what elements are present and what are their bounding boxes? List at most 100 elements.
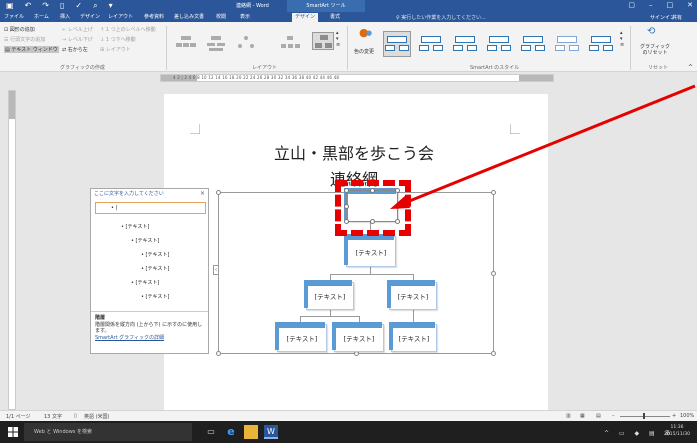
list-item[interactable]: • [テキスト]	[121, 223, 149, 230]
layout-gallery-scroll[interactable]: ▴ ▾ ≡	[336, 30, 340, 48]
collapse-ribbon-icon[interactable]: ^	[688, 64, 693, 71]
tab-insert[interactable]: 挿入	[60, 13, 70, 21]
redo-icon[interactable]: ↷	[42, 1, 49, 11]
list-item[interactable]: • |	[111, 205, 117, 211]
text-pane-button[interactable]: ▤ テキスト ウィンドウ	[4, 46, 59, 53]
edge-icon[interactable]: e	[224, 425, 238, 439]
taskbar-search-box[interactable]: Web と Windows を検索	[24, 423, 192, 441]
move-up-icon: ↑	[100, 27, 105, 33]
windows-start-icon[interactable]	[8, 427, 18, 437]
layout-thumbnail[interactable]	[174, 34, 196, 52]
connector-line	[370, 267, 371, 274]
zoom-in-icon[interactable]: +	[672, 413, 676, 419]
smartart-style-thumbnail[interactable]	[588, 32, 614, 56]
layout-dropdown[interactable]: ⊞ レイアウト	[100, 46, 131, 53]
spelling-icon[interactable]: ✓	[75, 1, 82, 11]
list-item[interactable]: • [テキスト]	[131, 279, 159, 286]
close-icon[interactable]: ×	[200, 190, 205, 197]
tell-me-search[interactable]: ♀ 実行したい作業を入力してください...	[396, 14, 486, 21]
demote-button[interactable]: → レベル下げ	[62, 36, 93, 43]
tab-layout[interactable]: レイアウト	[108, 13, 133, 21]
smartart-style-thumbnail[interactable]	[452, 32, 478, 56]
ribbon: ⊡ 図形の追加 ☰ 行頭文字の追加 ▤ テキスト ウィンドウ ← レベル上げ →…	[0, 22, 697, 72]
right-to-left-button[interactable]: ⇄ 右から左	[62, 46, 88, 53]
save-icon[interactable]: ▣	[6, 1, 14, 11]
smartart-node[interactable]: [テキスト]	[344, 234, 396, 267]
promote-button[interactable]: ← レベル上げ	[62, 26, 93, 33]
customize-qat-icon[interactable]: ▾	[109, 1, 113, 11]
layout-thumbnail-hierarchy[interactable]	[312, 32, 334, 50]
move-up-button[interactable]: ↑ 1 つ上のレベルへ移動	[100, 26, 156, 33]
list-item[interactable]: • [テキスト]	[141, 251, 169, 258]
smartart-style-thumbnail[interactable]	[554, 32, 580, 56]
divider	[166, 26, 167, 70]
title-bar: ▣ ↶ ↷ ▯ ✓ ⌕ ▾ 連絡網 - Word SmartArt ツール ▢ …	[0, 0, 697, 12]
tab-home[interactable]: ホーム	[34, 13, 49, 21]
create-graphic-group-label: グラフィックの作成	[60, 65, 105, 71]
smartart-node[interactable]: [テキスト]	[275, 322, 327, 352]
list-item[interactable]: • [テキスト]	[141, 265, 169, 272]
zoom-slider[interactable]	[620, 416, 670, 417]
print-preview-icon[interactable]: ⌕	[93, 1, 97, 11]
zoom-slider-thumb[interactable]	[643, 413, 645, 419]
layout-thumbnail[interactable]	[204, 34, 226, 52]
tab-design[interactable]: デザイン	[80, 13, 100, 21]
divider	[347, 26, 348, 70]
reset-graphic-button[interactable]: ⟲ グラフィックのリセット	[638, 26, 672, 62]
tab-smartart-format[interactable]: 書式	[330, 13, 340, 21]
tab-review[interactable]: 校閲	[216, 13, 226, 21]
word-taskbar-icon[interactable]: W	[264, 425, 278, 439]
smartart-node[interactable]: [テキスト]	[332, 322, 384, 352]
task-view-icon[interactable]: ▭	[204, 425, 218, 439]
ribbon-display-icon[interactable]: ▢	[628, 1, 635, 9]
share-button[interactable]: 共有	[672, 14, 682, 21]
layout-thumbnail[interactable]	[278, 34, 300, 52]
minimize-icon[interactable]: –	[649, 1, 653, 9]
tab-smartart-design[interactable]: デザイン	[292, 13, 319, 22]
word-count[interactable]: 13 文字	[44, 413, 62, 420]
language-indicator[interactable]: 英語 (米国)	[84, 413, 110, 420]
smartart-help-link[interactable]: SmartArt グラフィックの詳細	[95, 335, 204, 342]
zoom-level[interactable]: 100%	[680, 413, 694, 419]
page-count[interactable]: 1/1 ページ	[6, 413, 31, 420]
styles-gallery-scroll[interactable]: ▴ ▾ ≡	[620, 30, 624, 48]
tab-file[interactable]: ファイル	[4, 13, 24, 21]
close-icon[interactable]: ✕	[687, 1, 693, 9]
divider	[630, 26, 631, 70]
right-to-left-icon: ⇄	[62, 47, 67, 53]
web-layout-icon[interactable]: ▤	[596, 413, 601, 419]
demote-icon: →	[62, 37, 67, 43]
add-shape-button[interactable]: ⊡ 図形の追加	[4, 26, 35, 33]
smartart-node[interactable]: [テキスト]	[387, 280, 437, 310]
file-explorer-icon[interactable]	[244, 425, 258, 439]
smartart-style-thumbnail[interactable]	[383, 31, 411, 57]
smartart-node[interactable]: [テキスト]	[304, 280, 354, 310]
smartart-style-thumbnail[interactable]	[418, 32, 444, 56]
taskbar-clock[interactable]: 11:36 2015/11/30	[664, 424, 690, 438]
new-document-icon[interactable]: ▯	[60, 1, 64, 11]
smartart-style-thumbnail[interactable]	[520, 32, 546, 56]
layout-thumbnail[interactable]	[234, 34, 256, 52]
proofing-icon[interactable]: ▯	[74, 413, 77, 419]
print-layout-icon[interactable]: ▦	[580, 413, 585, 419]
read-mode-icon[interactable]: ▥	[566, 413, 571, 419]
move-down-icon: ↓	[100, 37, 105, 43]
smartart-node[interactable]: [テキスト]	[389, 322, 437, 352]
list-item[interactable]: • [テキスト]	[141, 293, 169, 300]
undo-icon[interactable]: ↶	[25, 1, 32, 11]
move-down-button[interactable]: ↓ 1 つ下へ移動	[100, 36, 136, 43]
tab-mailings[interactable]: 差し込み文書	[174, 13, 204, 21]
layout-info-body: 階層関係を縦方向 (上から下) に示すのに使用します。	[95, 321, 203, 335]
maximize-icon[interactable]: □	[667, 1, 674, 9]
text-pane-list: • | • [テキスト] • [テキスト] • [テキスト] • [テキスト] …	[95, 201, 206, 309]
list-item[interactable]: • [テキスト]	[131, 237, 159, 244]
zoom-out-icon[interactable]: –	[612, 413, 615, 419]
crop-mark	[190, 124, 200, 134]
add-bullet-button[interactable]: ☰ 行頭文字の追加	[4, 36, 45, 43]
smartart-style-thumbnail[interactable]	[486, 32, 512, 56]
tab-references[interactable]: 参考資料	[144, 13, 164, 21]
text-pane-toggle[interactable]: ‹	[213, 265, 219, 275]
tab-view[interactable]: 表示	[240, 13, 250, 21]
change-colors-button[interactable]: ● ● 色の変更	[354, 26, 378, 62]
annotation-arrow	[390, 84, 696, 209]
